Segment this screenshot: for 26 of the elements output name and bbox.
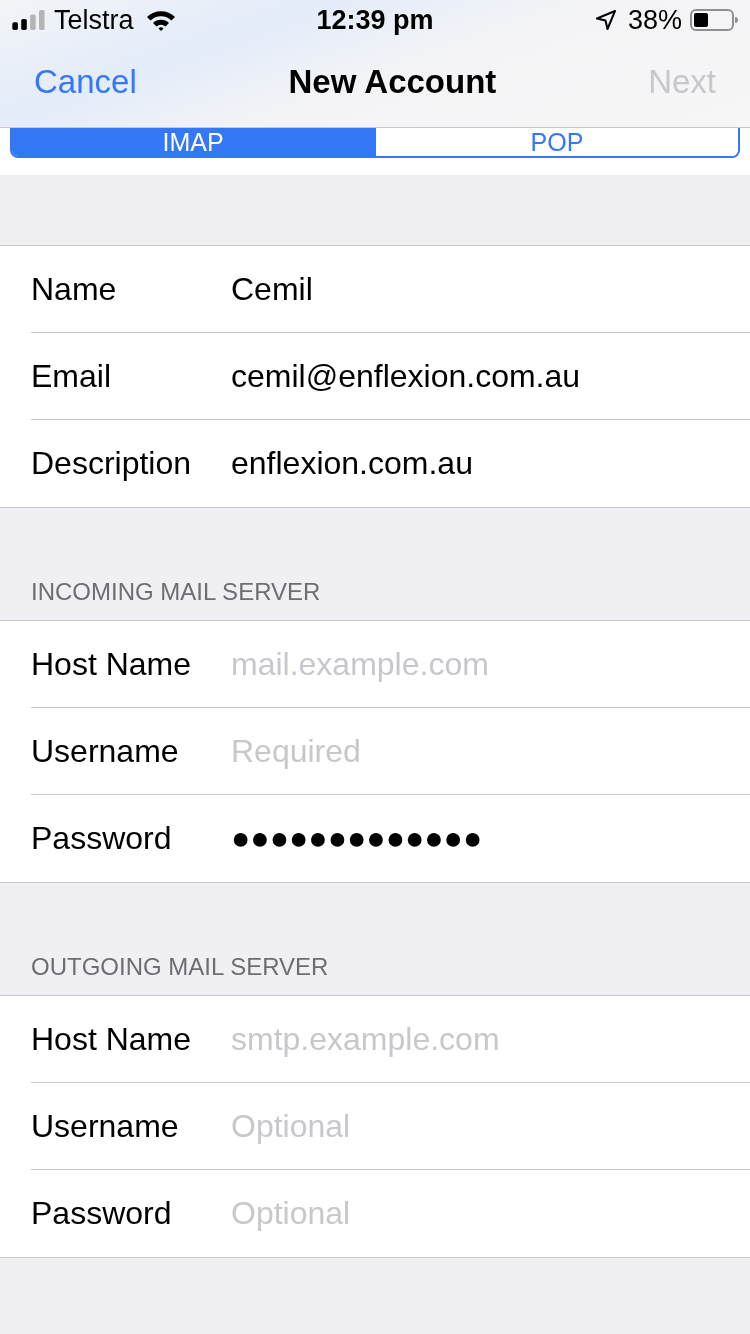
segment-tab[interactable]: POP xyxy=(374,128,738,156)
field-label: Host Name xyxy=(31,645,193,683)
signal-bars-icon xyxy=(12,10,46,30)
text-field[interactable]: enflexion.com.au xyxy=(231,437,750,490)
field-label: Username xyxy=(31,1107,180,1145)
field-label: Name xyxy=(31,270,118,308)
location-arrow-icon xyxy=(595,10,616,30)
wifi-icon xyxy=(145,9,176,31)
text-field[interactable]: ●●●●●●●●●●●●● xyxy=(231,812,750,865)
screen-title: New Account xyxy=(288,62,497,101)
battery-icon xyxy=(690,9,738,31)
section-header: OUTGOING MAIL SERVER xyxy=(31,953,329,981)
carrier-name: Telstra xyxy=(54,4,134,36)
field-label: Password xyxy=(31,1195,173,1232)
section-header: INCOMING MAIL SERVER xyxy=(31,578,321,606)
field-label: Username xyxy=(31,732,180,770)
text-field[interactable]: Cemil xyxy=(231,262,750,316)
clock-time: 12:39 pm xyxy=(316,4,434,36)
field-label: Password xyxy=(31,820,173,857)
segment-tab[interactable]: IMAP xyxy=(12,128,374,156)
field-label: Host Name xyxy=(31,1020,193,1058)
field-label: Description xyxy=(31,445,193,482)
field-label: Email xyxy=(31,357,112,395)
battery-percentage: 38% xyxy=(627,4,682,36)
cancel-button[interactable]: Cancel xyxy=(34,62,137,101)
text-field[interactable]: cemil@enflexion.com.au xyxy=(231,349,750,403)
